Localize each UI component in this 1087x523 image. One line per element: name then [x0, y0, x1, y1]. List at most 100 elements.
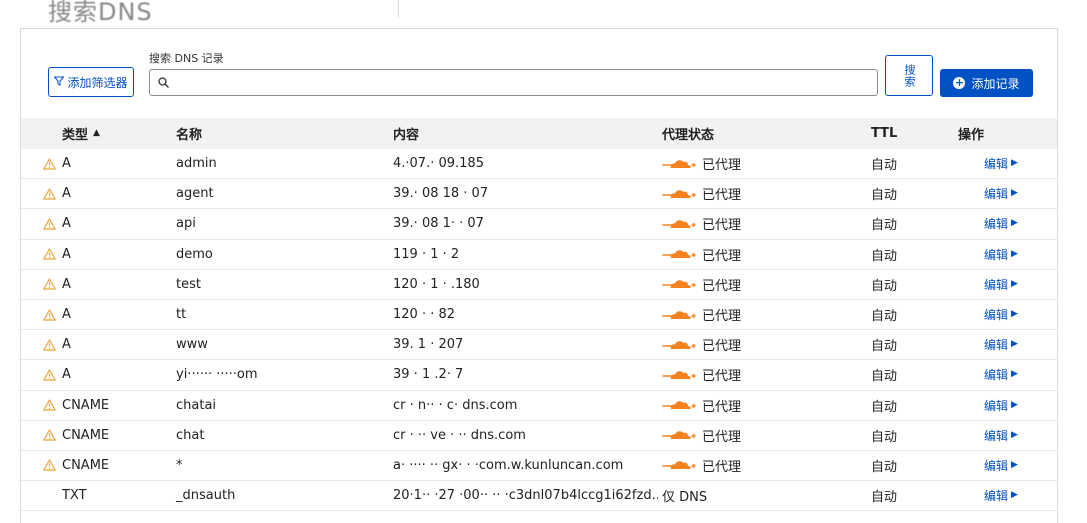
- record-content: 4.·07.· 09.185: [393, 156, 484, 172]
- record-name: chat: [176, 427, 205, 443]
- edit-label: 编辑: [984, 338, 1009, 353]
- edit-record-button[interactable]: 编辑 ▶: [984, 185, 1018, 202]
- edit-record-button[interactable]: 编辑 ▶: [984, 336, 1018, 353]
- column-header-ttl: TTL: [871, 126, 898, 141]
- record-type-label: A: [62, 186, 71, 202]
- record-name: admin: [176, 156, 217, 172]
- record-content: 120 · 1 · .180: [393, 276, 480, 292]
- edit-label: 编辑: [984, 187, 1009, 202]
- search-field[interactable]: [149, 69, 878, 96]
- record-proxy-status: 已代理: [662, 335, 741, 354]
- caret-right-icon: ▶: [1011, 278, 1018, 289]
- record-type-label: CNAME: [62, 397, 110, 413]
- cloudflare-proxy-icon: [662, 398, 696, 412]
- edit-record-button[interactable]: 编辑 ▶: [984, 487, 1018, 504]
- record-proxy-status: 已代理: [662, 305, 741, 324]
- warning-icon: [43, 218, 56, 230]
- edit-record-button[interactable]: 编辑 ▶: [984, 215, 1018, 232]
- warning-icon: [43, 278, 56, 290]
- caret-right-icon: ▶: [1011, 369, 1018, 380]
- record-proxy-status: 已代理: [662, 426, 741, 445]
- record-proxy-status: 已代理: [662, 396, 741, 415]
- warning-icon: [43, 339, 56, 351]
- search-button[interactable]: 搜索: [885, 55, 933, 96]
- table-row: Aapi 39.· 08 1· · 07 已代理 自动 编辑 ▶: [21, 209, 1057, 240]
- table-row: Aadmin 4.·07.· 09.185 已代理 自动 编辑 ▶: [21, 149, 1057, 180]
- record-type-label: A: [62, 307, 71, 323]
- warning-icon: [43, 248, 56, 260]
- record-type: A: [43, 307, 71, 322]
- record-proxy-status: 已代理: [662, 456, 741, 475]
- filter-icon: [53, 75, 66, 89]
- record-type-label: A: [62, 276, 71, 292]
- add-record-button[interactable]: + 添加记录: [940, 69, 1033, 97]
- record-type: A: [43, 186, 71, 201]
- record-type-label: A: [62, 156, 71, 172]
- record-type-label: A: [62, 216, 71, 232]
- caret-right-icon: ▶: [1011, 309, 1018, 320]
- record-type: CNAME: [43, 458, 109, 473]
- warning-icon: [43, 188, 56, 200]
- plus-circle-icon: +: [953, 76, 966, 89]
- edit-record-button[interactable]: 编辑 ▶: [984, 155, 1018, 172]
- record-name: _dnsauth: [176, 488, 236, 504]
- cloudflare-proxy-icon: [662, 157, 696, 171]
- edit-record-button[interactable]: 编辑 ▶: [984, 366, 1018, 383]
- record-name: api: [176, 216, 196, 232]
- record-proxy-status: 已代理: [662, 275, 741, 294]
- record-name: chatai: [176, 397, 217, 413]
- edit-record-button[interactable]: 编辑 ▶: [984, 397, 1018, 414]
- record-ttl: 自动: [871, 490, 898, 506]
- caret-right-icon: ▶: [1011, 248, 1018, 259]
- add-record-label: 添加记录: [971, 76, 1020, 91]
- record-type-label: A: [62, 337, 71, 353]
- proxy-status-label: 已代理: [702, 309, 742, 325]
- record-content: 120 · · 82: [393, 307, 456, 323]
- caret-right-icon: ▶: [1011, 218, 1018, 229]
- caret-right-icon: ▶: [1011, 339, 1018, 350]
- column-header-content: 内容: [393, 128, 420, 143]
- edit-label: 编辑: [984, 458, 1009, 473]
- caret-right-icon: ▶: [1011, 459, 1018, 470]
- dns-records-panel: 添加筛选器 搜索 DNS 记录 搜索 + 添加记录 类型 ▲ 名称 内容 代理状…: [20, 28, 1058, 523]
- warning-icon: [43, 459, 56, 472]
- record-type: CNAME: [43, 398, 109, 413]
- record-type: A: [43, 337, 71, 352]
- cloudflare-proxy-icon: [662, 458, 696, 472]
- table-header: 类型 ▲ 名称 内容 代理状态 TTL 操作: [21, 118, 1057, 149]
- page-title: 搜索DNS: [48, 0, 153, 26]
- record-content: 39. 1 · 207: [393, 337, 464, 353]
- proxy-status-label: 已代理: [702, 399, 742, 415]
- edit-record-button[interactable]: 编辑 ▶: [984, 306, 1018, 323]
- table-row: Ayi······ ·····om 39 · 1 .2· 7 已代理 自动 编辑 ▶: [21, 360, 1057, 391]
- column-header-type[interactable]: 类型 ▲: [62, 124, 100, 143]
- proxy-status-label: 已代理: [702, 429, 742, 445]
- record-content: 20·1·· ·27 ·00·· ·· ·c3dnl07b4lccg1i62fz…: [393, 488, 658, 504]
- table-row: Awww 39. 1 · 207 已代理 自动 编辑 ▶: [21, 330, 1057, 361]
- table-row: Aagent 39.· 08 18 · 07 已代理 自动 编辑 ▶: [21, 179, 1057, 210]
- warning-icon: [43, 399, 56, 411]
- table-body: Aadmin 4.·07.· 09.185 已代理 自动 编辑 ▶ Aagent 39.· 0…: [21, 149, 1057, 512]
- top-bar: 搜索DNS: [0, 0, 1087, 26]
- record-name: demo: [176, 246, 213, 262]
- add-filter-button[interactable]: 添加筛选器: [48, 67, 134, 97]
- cloudflare-proxy-icon: [662, 308, 696, 322]
- edit-record-button[interactable]: 编辑 ▶: [984, 276, 1018, 293]
- record-content: cr · ·· ve · ·· dns.com: [393, 427, 526, 443]
- edit-label: 编辑: [984, 428, 1009, 443]
- edit-label: 编辑: [984, 368, 1009, 383]
- cloudflare-proxy-icon: [662, 247, 696, 261]
- table-row: TXT _dnsauth 20·1·· ·27 ·00·· ·· ·c3dnl07b…: [21, 481, 1057, 512]
- record-type: A: [43, 277, 71, 292]
- proxy-status-label: 仅 DNS: [662, 490, 708, 506]
- edit-record-button[interactable]: 编辑 ▶: [984, 427, 1018, 444]
- caret-right-icon: ▶: [1011, 490, 1018, 501]
- record-ttl: 自动: [871, 218, 898, 234]
- record-type: A: [43, 247, 71, 262]
- edit-record-button[interactable]: 编辑 ▶: [984, 246, 1018, 263]
- search-input[interactable]: [177, 70, 877, 95]
- edit-record-button[interactable]: 编辑 ▶: [984, 457, 1018, 474]
- proxy-status-label: 已代理: [702, 459, 742, 475]
- record-ttl: 自动: [871, 459, 898, 475]
- record-type-label: A: [62, 246, 71, 262]
